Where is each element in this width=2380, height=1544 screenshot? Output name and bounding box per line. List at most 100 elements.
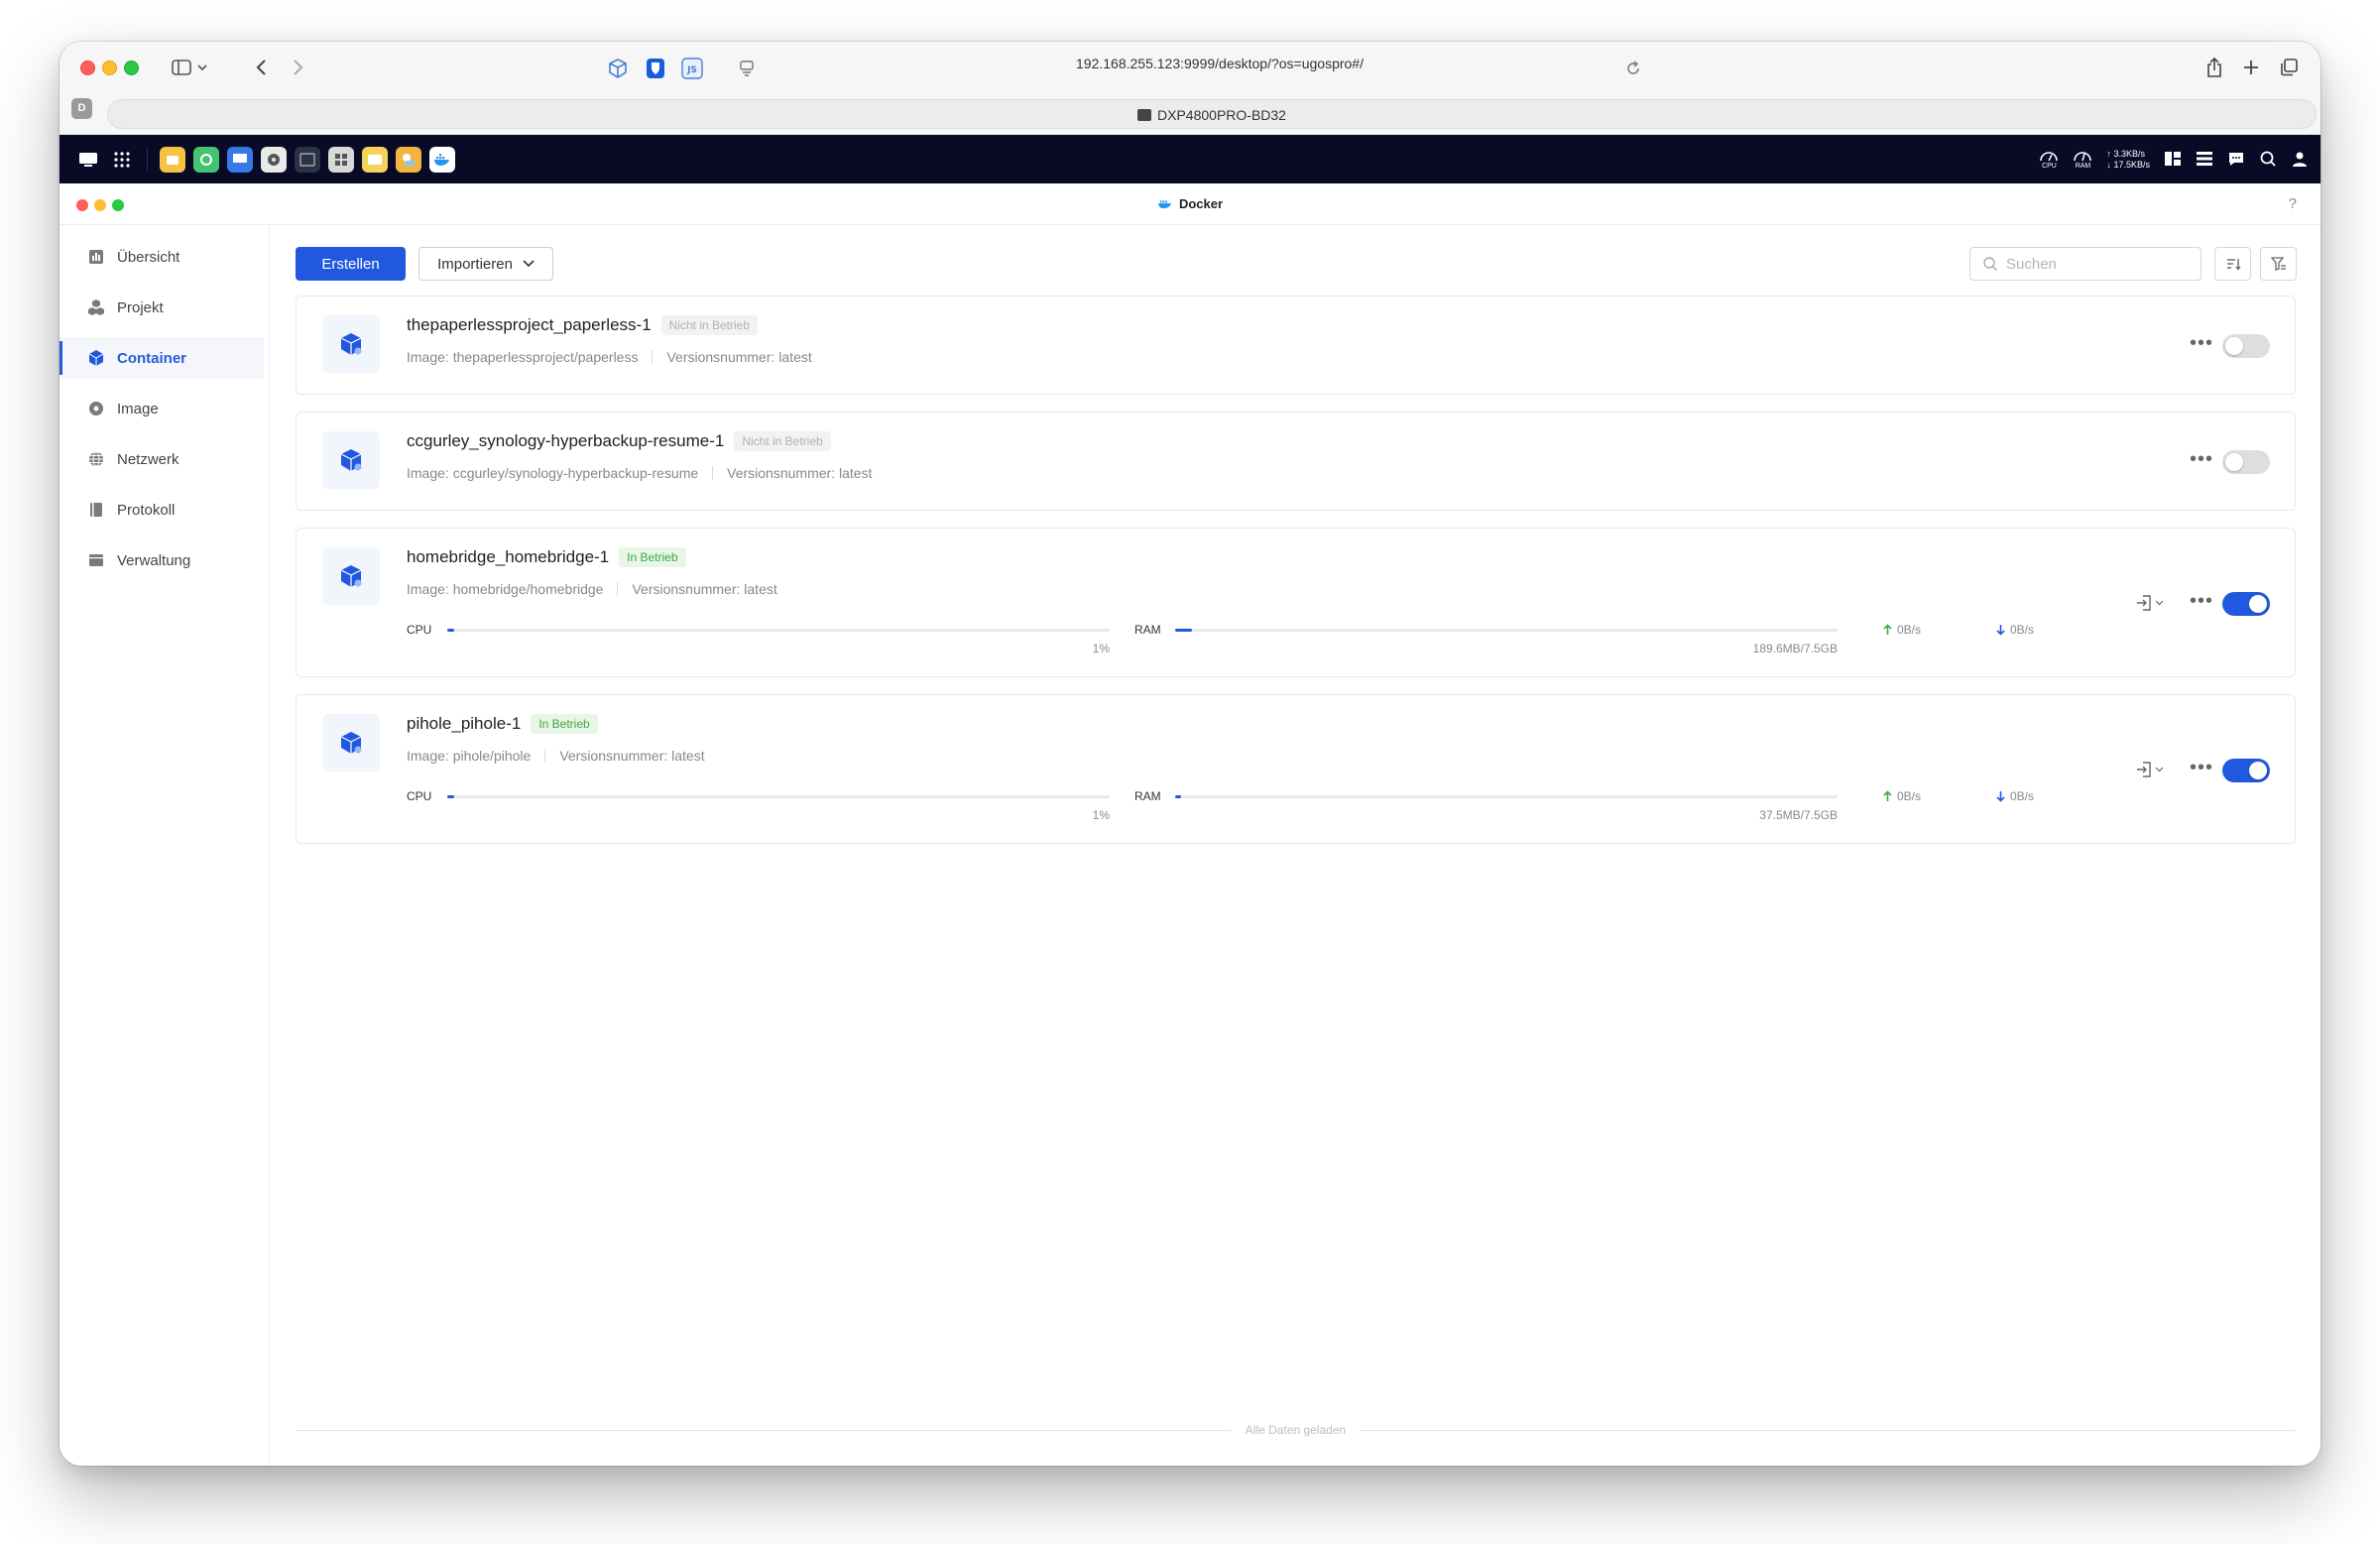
ram-gauge-label: RAM xyxy=(2075,163,2091,170)
more-options-button[interactable]: ••• xyxy=(2190,758,2213,777)
container-icon xyxy=(87,349,105,367)
user-icon[interactable] xyxy=(2291,150,2309,171)
chevron-left-icon xyxy=(256,59,266,75)
address-bar-url[interactable]: 192.168.255.123:9999/desktop/?os=ugospro… xyxy=(1041,56,1398,71)
toggle-knob xyxy=(2225,337,2243,355)
container-toggle[interactable] xyxy=(2222,759,2270,782)
import-dropdown[interactable]: Importieren xyxy=(418,247,553,281)
overview-icon xyxy=(87,248,105,266)
zoom-window-button[interactable] xyxy=(124,60,139,75)
footer-divider xyxy=(1360,1429,2297,1431)
cpu-label: CPU xyxy=(407,789,432,803)
sidebar-item-network[interactable]: Netzwerk xyxy=(60,438,264,480)
sidebar-item-project[interactable]: Projekt xyxy=(60,287,264,328)
help-button[interactable]: ? xyxy=(2289,195,2297,212)
bitwarden-shield-icon[interactable] xyxy=(644,57,667,80)
sidebar-item-management[interactable]: Verwaltung xyxy=(60,539,264,581)
screen-app-icon[interactable] xyxy=(227,147,253,173)
active-tab[interactable]: DXP4800PRO-BD32 xyxy=(107,99,2317,129)
container-name[interactable]: pihole_pihole-1 xyxy=(407,714,521,734)
search-icon[interactable] xyxy=(2259,150,2277,171)
page-menu-icon[interactable] xyxy=(736,58,758,79)
taskbar-divider xyxy=(147,148,148,172)
cpu-gauge[interactable]: CPU xyxy=(2039,149,2059,171)
terminal-enter-icon xyxy=(2137,762,2151,777)
cpu-gauge-label: CPU xyxy=(2042,163,2057,170)
container-name[interactable]: ccgurley_synology-hyperbackup-resume-1 xyxy=(407,431,724,451)
control-panel-app-icon[interactable] xyxy=(328,147,354,173)
back-button[interactable] xyxy=(250,56,274,79)
sidebar-item-log[interactable]: Protokoll xyxy=(60,489,264,531)
container-card[interactable]: ccgurley_synology-hyperbackup-resume-1 N… xyxy=(296,412,2296,511)
meta-divider xyxy=(617,582,619,596)
cpu-usage-bar xyxy=(447,795,1110,798)
arrow-down-icon xyxy=(1996,625,2005,636)
photos-app-icon[interactable] xyxy=(362,147,388,173)
container-version: Versionsnummer: latest xyxy=(559,748,705,764)
container-toggle[interactable] xyxy=(2222,334,2270,358)
filter-button[interactable] xyxy=(2260,247,2297,281)
tasks-icon[interactable] xyxy=(2196,150,2213,171)
extension-cube-icon[interactable] xyxy=(606,57,630,80)
network-speed[interactable]: ↑ 3.3KB/s ↓ 17.5KB/s xyxy=(2106,149,2150,171)
browser-window: JS 192.168.255.123:9999/desktop/?os=ugos… xyxy=(60,42,2320,1466)
sidebar-item-overview[interactable]: Übersicht xyxy=(60,236,264,278)
container-name[interactable]: thepaperlessproject_paperless-1 xyxy=(407,315,652,335)
container-toggle[interactable] xyxy=(2222,592,2270,616)
terminal-button[interactable] xyxy=(2135,594,2164,612)
new-tab-button[interactable] xyxy=(2239,56,2263,79)
container-card[interactable]: homebridge_homebridge-1 In Betrieb Image… xyxy=(296,528,2296,677)
arrow-up-icon xyxy=(1883,624,1892,635)
search-placeholder: Suchen xyxy=(2006,255,2057,273)
share-button[interactable] xyxy=(2202,56,2226,79)
more-options-button[interactable]: ••• xyxy=(2190,591,2213,611)
widgets-icon[interactable] xyxy=(2164,150,2182,171)
container-name[interactable]: homebridge_homebridge-1 xyxy=(407,547,609,567)
disk-app-icon[interactable] xyxy=(261,147,287,173)
status-badge: Nicht in Betrieb xyxy=(734,431,831,451)
sidebar-toggle-button[interactable] xyxy=(169,56,212,79)
image-disc-icon xyxy=(87,400,105,417)
sidebar-item-image[interactable]: Image xyxy=(60,388,264,429)
profile-badge[interactable]: D xyxy=(71,98,92,119)
cpu-usage-fill xyxy=(447,795,454,798)
files-app-icon[interactable] xyxy=(160,147,185,173)
forward-button[interactable] xyxy=(286,56,309,79)
network-upload: 0B/s xyxy=(1883,623,1921,637)
container-card[interactable]: thepaperlessproject_paperless-1 Nicht in… xyxy=(296,296,2296,395)
sidebar-item-label: Verwaltung xyxy=(117,551,191,569)
minimize-window-button[interactable] xyxy=(102,60,117,75)
docker-app-icon[interactable] xyxy=(429,147,455,173)
container-version: Versionsnummer: latest xyxy=(632,581,777,597)
plus-icon xyxy=(2244,60,2258,74)
ram-label: RAM xyxy=(1134,623,1161,637)
weather-app-icon[interactable] xyxy=(396,147,421,173)
desktop-icon[interactable] xyxy=(75,147,101,173)
terminal-button[interactable] xyxy=(2135,761,2164,778)
main-content: Erstellen Importieren Suchen thepaperles… xyxy=(271,225,2320,1466)
tab-overview-button[interactable] xyxy=(2277,56,2301,79)
ram-usage-bar xyxy=(1175,795,1838,798)
app-grid-icon[interactable] xyxy=(109,147,135,173)
sidebar-item-container[interactable]: Container xyxy=(60,337,264,379)
container-version: Versionsnummer: latest xyxy=(666,349,812,365)
container-toggle[interactable] xyxy=(2222,450,2270,474)
reload-button[interactable] xyxy=(1622,58,1644,79)
sidebar-item-label: Projekt xyxy=(117,298,164,316)
create-button[interactable]: Erstellen xyxy=(296,247,406,281)
container-card[interactable]: pihole_pihole-1 In Betrieb Image: pihole… xyxy=(296,694,2296,844)
list-footer: Alle Daten geladen xyxy=(296,1422,2297,1438)
terminal-app-icon[interactable] xyxy=(295,147,320,173)
search-input[interactable]: Suchen xyxy=(1969,247,2202,281)
javascript-extension-icon[interactable]: JS xyxy=(680,57,704,80)
meta-divider xyxy=(652,350,654,364)
more-options-button[interactable]: ••• xyxy=(2190,449,2213,469)
download-rate: 0B/s xyxy=(2010,789,2035,803)
sync-app-icon[interactable] xyxy=(193,147,219,173)
more-options-button[interactable]: ••• xyxy=(2190,333,2213,353)
footer-divider xyxy=(296,1429,1232,1431)
sort-button[interactable] xyxy=(2214,247,2251,281)
messages-icon[interactable] xyxy=(2227,150,2245,171)
close-window-button[interactable] xyxy=(80,60,95,75)
ram-gauge[interactable]: RAM xyxy=(2073,149,2092,171)
